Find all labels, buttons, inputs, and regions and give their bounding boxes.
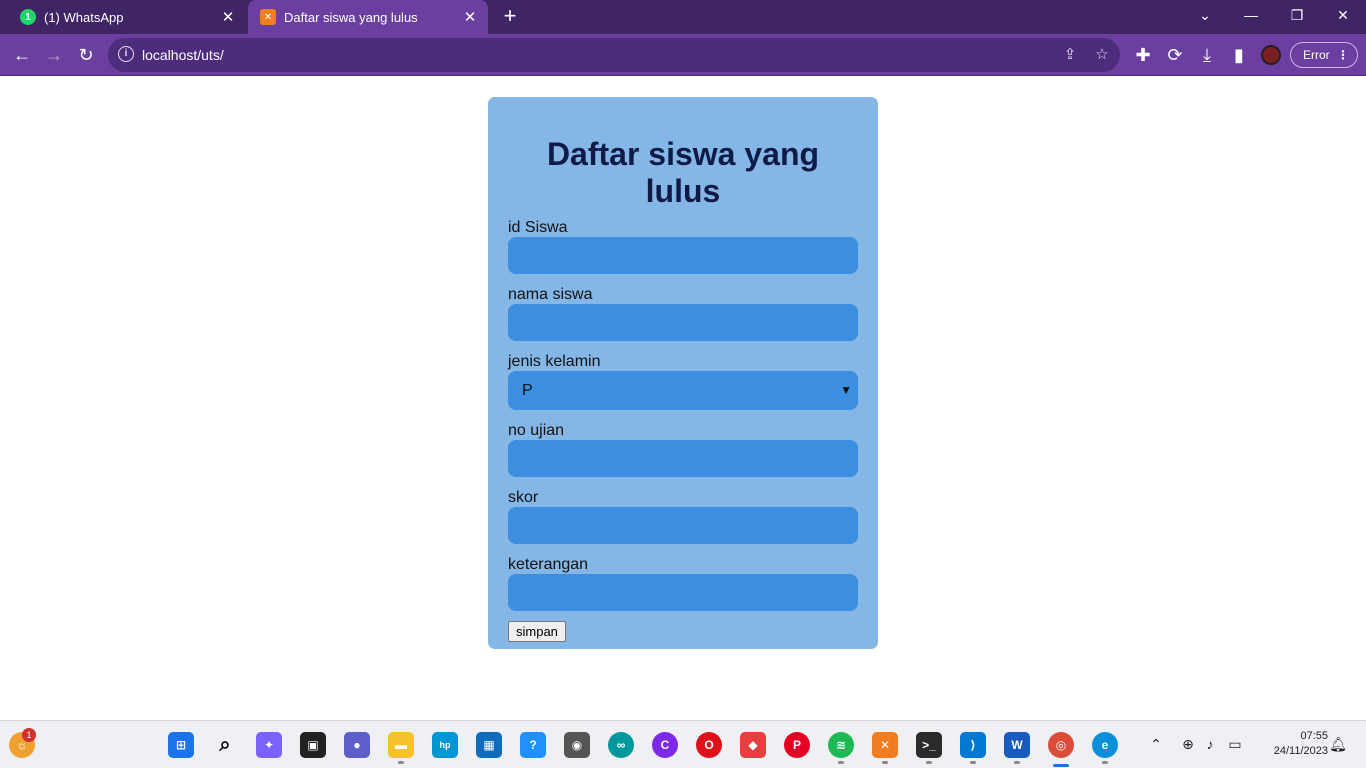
- close-window-button[interactable]: ✕: [1320, 0, 1366, 30]
- get-started-icon[interactable]: ?: [520, 732, 546, 758]
- terminal-icon[interactable]: >_: [916, 732, 942, 758]
- network-icon[interactable]: ⊕: [1179, 735, 1197, 753]
- xampp-icon[interactable]: ✕: [872, 732, 898, 758]
- active-app-indicator: [1053, 764, 1069, 767]
- browser-toolbar: ← → ↻ i localhost/uts/ ⇪ ☆ ✚ ⟳ ⤓ ▮ Error…: [0, 34, 1366, 76]
- reload-icon[interactable]: ↻: [72, 41, 100, 69]
- browser-tab-strip: 1 (1) WhatsApp ✕ ✕ Daftar siswa yang lul…: [0, 0, 1366, 34]
- windows-start-icon[interactable]: ⊞: [168, 732, 194, 758]
- chrome-icon[interactable]: ◎: [1048, 732, 1074, 758]
- keterangan-field[interactable]: [508, 574, 858, 611]
- vscode-icon[interactable]: ⟩: [960, 732, 986, 758]
- running-indicator: [1014, 761, 1020, 764]
- search-icon[interactable]: ⌕: [212, 732, 238, 758]
- no-ujian-field[interactable]: [508, 440, 858, 477]
- skor-label: skor: [508, 489, 539, 506]
- tab-title: Daftar siswa yang lulus: [284, 9, 418, 25]
- running-indicator: [838, 761, 844, 764]
- side-panel-icon[interactable]: ▮: [1225, 41, 1253, 69]
- jenis-kelamin-label: jenis kelamin: [508, 353, 601, 370]
- address-bar[interactable]: i localhost/uts/ ⇪ ☆: [108, 38, 1120, 72]
- page-content: Daftar siswa yang lulus id Siswa nama si…: [0, 77, 1366, 720]
- share-icon[interactable]: ⇪: [1060, 45, 1080, 65]
- running-indicator: [926, 761, 932, 764]
- nama-siswa-field[interactable]: [508, 304, 858, 341]
- tab-whatsapp[interactable]: 1 (1) WhatsApp ✕: [8, 0, 246, 34]
- pinterest-icon[interactable]: P: [784, 732, 810, 758]
- forward-icon[interactable]: →: [40, 41, 68, 69]
- tab-title: (1) WhatsApp: [44, 9, 124, 25]
- back-icon[interactable]: ←: [8, 41, 36, 69]
- system-clock[interactable]: 07:55 24/11/2023: [1256, 729, 1328, 759]
- teams-chat-icon[interactable]: ●: [344, 732, 370, 758]
- minimize-button[interactable]: —: [1228, 0, 1274, 30]
- page-title: Daftar siswa yang lulus: [546, 136, 820, 209]
- volume-icon[interactable]: ♪: [1201, 735, 1219, 753]
- chevron-up-icon[interactable]: ⌃: [1147, 735, 1165, 753]
- profile-error-label: Error: [1303, 48, 1330, 62]
- running-indicator: [970, 761, 976, 764]
- clock-time: 07:55: [1300, 730, 1328, 742]
- battery-icon[interactable]: ▭: [1226, 735, 1244, 753]
- extension-icon[interactable]: ⟳: [1161, 41, 1189, 69]
- new-tab-button[interactable]: +: [498, 4, 522, 28]
- close-tab-button[interactable]: ✕: [458, 8, 482, 26]
- whatsapp-icon: 1: [20, 9, 36, 25]
- task-view-icon[interactable]: ▣: [300, 732, 326, 758]
- chevron-down-icon: ▼: [840, 383, 852, 397]
- keterangan-label: keterangan: [508, 556, 589, 573]
- running-indicator: [1102, 761, 1108, 764]
- edge-icon[interactable]: e: [1092, 732, 1118, 758]
- store-icon[interactable]: ▦: [476, 732, 502, 758]
- clock-date: 24/11/2023: [1273, 745, 1328, 757]
- extensions-icon[interactable]: ✚: [1129, 41, 1157, 69]
- skor-field[interactable]: [508, 507, 858, 544]
- restore-button[interactable]: ❐: [1274, 0, 1320, 30]
- arduino-icon[interactable]: ∞: [608, 732, 634, 758]
- git-icon[interactable]: ◆: [740, 732, 766, 758]
- jenis-kelamin-selected: P: [522, 382, 533, 399]
- tab-search-icon[interactable]: ⌄: [1182, 0, 1228, 30]
- camera-icon[interactable]: ◉: [564, 732, 590, 758]
- jenis-kelamin-select[interactable]: P ▼: [508, 371, 858, 410]
- xampp-icon: ✕: [260, 9, 276, 25]
- running-indicator: [882, 761, 888, 764]
- word-icon[interactable]: W: [1004, 732, 1030, 758]
- address-url[interactable]: localhost/uts/: [142, 38, 224, 72]
- file-explorer-icon[interactable]: ▬: [388, 732, 414, 758]
- no-ujian-label: no ujian: [508, 422, 565, 439]
- taskbar: ☼ 1 ⊞ ⌕ ✦ ▣ ● ▬ hp ▦ ? ◉ ∞ C O ◆ P ≋ ✕ >…: [0, 720, 1366, 768]
- avatar[interactable]: [1261, 45, 1281, 65]
- notification-bell-icon[interactable]: 🔔︎: [1329, 735, 1347, 753]
- canva-icon[interactable]: C: [652, 732, 678, 758]
- running-indicator: [398, 761, 404, 764]
- nama-siswa-label: nama siswa: [508, 286, 593, 303]
- id-siswa-field[interactable]: [508, 237, 858, 274]
- copilot-icon[interactable]: ✦: [256, 732, 282, 758]
- menu-dots-icon: ⋮: [1337, 48, 1349, 62]
- id-siswa-label: id Siswa: [508, 219, 568, 236]
- profile-error-button[interactable]: Error ⋮: [1290, 42, 1358, 68]
- myhp-icon[interactable]: hp: [432, 732, 458, 758]
- opera-icon[interactable]: O: [696, 732, 722, 758]
- downloads-icon[interactable]: ⤓: [1193, 41, 1221, 69]
- simpan-button[interactable]: simpan: [508, 621, 566, 642]
- tab-daftar-siswa[interactable]: ✕ Daftar siswa yang lulus ✕: [248, 0, 488, 34]
- spotify-icon[interactable]: ≋: [828, 732, 854, 758]
- site-info-icon[interactable]: i: [118, 46, 134, 62]
- form-card: Daftar siswa yang lulus id Siswa nama si…: [488, 97, 878, 649]
- notification-badge: 1: [22, 728, 36, 742]
- close-tab-button[interactable]: ✕: [216, 8, 240, 26]
- bookmark-star-icon[interactable]: ☆: [1092, 45, 1112, 65]
